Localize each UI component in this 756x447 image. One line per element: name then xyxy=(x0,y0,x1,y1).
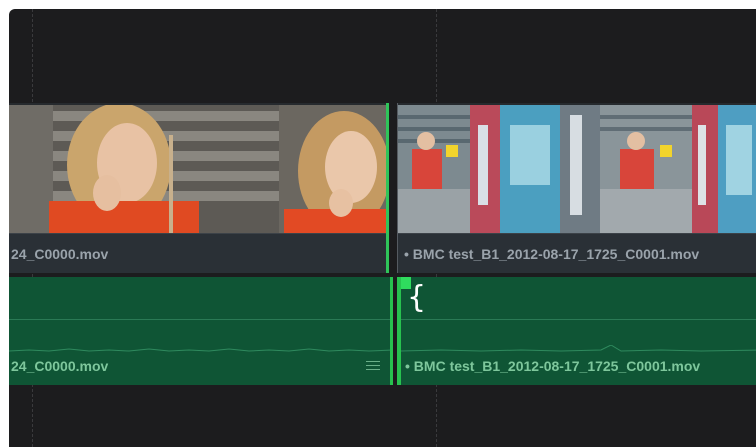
audio-clip-name: 24_C0000.mov xyxy=(11,358,109,374)
audio-clip-name: • BMC test_B1_2012-08-17_1725_C0001.mov xyxy=(405,358,701,374)
clip-thumbnail-image xyxy=(398,105,756,233)
audio-waveform xyxy=(9,348,390,352)
audio-center-line xyxy=(9,319,390,320)
clip-name: 24_C0000.mov xyxy=(11,246,109,262)
audio-center-line xyxy=(401,319,756,320)
audio-clip-1[interactable]: 24_C0000.mov xyxy=(9,277,393,385)
clip-label-bar: 24_C0000.mov xyxy=(9,233,386,273)
clip-menu-icon[interactable] xyxy=(366,361,380,371)
trim-cursor-icon: { xyxy=(407,280,427,315)
audio-waveform xyxy=(401,345,756,352)
video-clip-thumbnails xyxy=(398,105,756,233)
video-clip-thumbnails xyxy=(9,105,386,233)
audio-clip-2[interactable]: { • BMC test_B1_2012-08-17_1725_C0001.mo… xyxy=(397,277,756,385)
video-clip-1[interactable]: 24_C0000.mov xyxy=(9,103,389,273)
video-clip-2[interactable]: • BMC test_B1_2012-08-17_1725_C0001.mov xyxy=(397,103,756,273)
clip-label-bar: • BMC test_B1_2012-08-17_1725_C0001.mov xyxy=(398,233,756,273)
timeline-panel: 24_C0000.mov • BMC test_B1_2012-08-17_17… xyxy=(9,9,756,447)
clip-name: • BMC test_B1_2012-08-17_1725_C0001.mov xyxy=(404,246,700,262)
clip-thumbnail-image xyxy=(9,105,386,233)
